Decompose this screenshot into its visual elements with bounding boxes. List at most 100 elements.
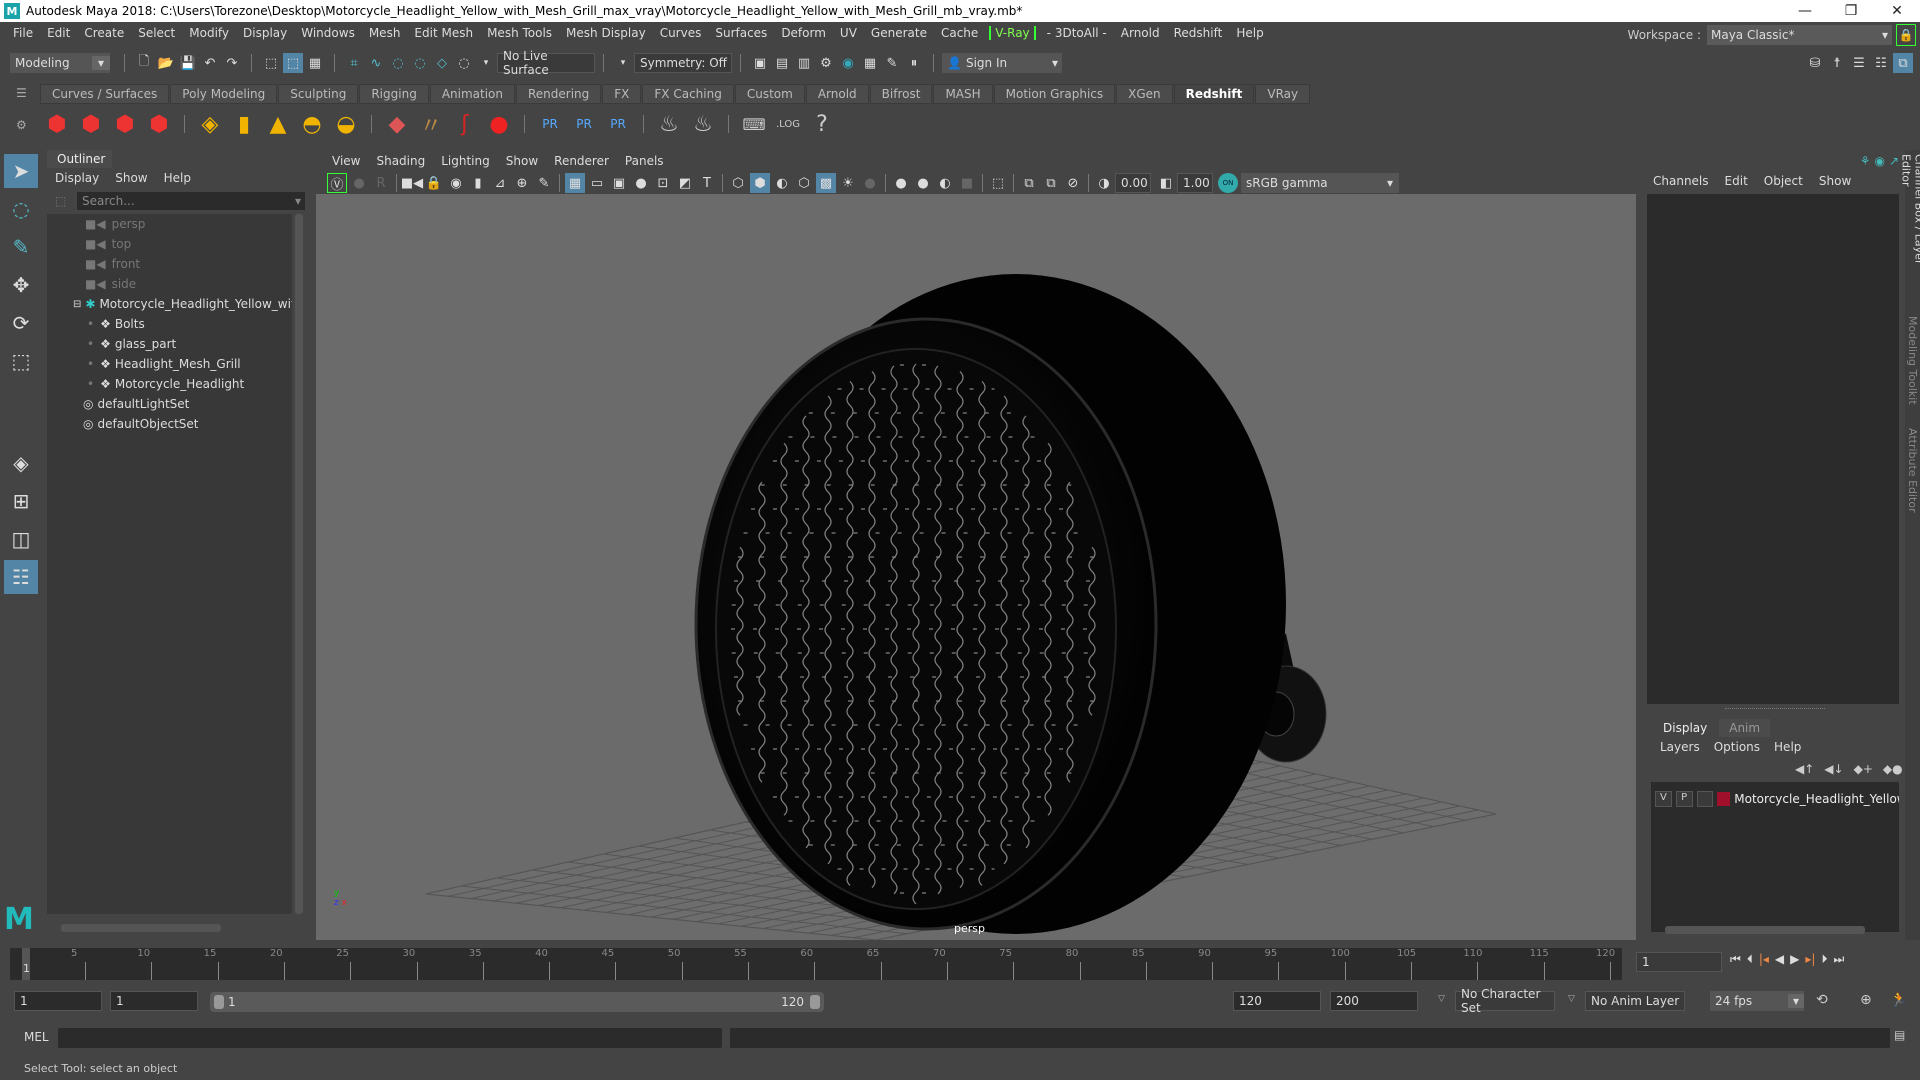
portal-light-icon[interactable]: ▮: [229, 108, 259, 140]
menu-select[interactable]: Select: [131, 26, 182, 40]
two-view-layout-icon[interactable]: ◫: [4, 522, 38, 556]
shelf-tab-animation[interactable]: Animation: [429, 84, 515, 104]
ipr-render-icon[interactable]: ▥: [794, 53, 814, 73]
menu-edit[interactable]: Edit: [40, 26, 77, 40]
menu-generate[interactable]: Generate: [864, 26, 934, 40]
attribute-editor-icon[interactable]: ☰: [1849, 53, 1869, 73]
channel-menu-object[interactable]: Object: [1756, 174, 1811, 190]
bookmarks-icon[interactable]: ▮: [468, 173, 488, 193]
channel-menu-edit[interactable]: Edit: [1717, 174, 1756, 190]
exposure-icon[interactable]: ◑: [1094, 173, 1114, 193]
viewport-menu-view[interactable]: View: [324, 154, 368, 168]
color-space-dropdown[interactable]: sRGB gamma ▾: [1241, 173, 1399, 193]
go-to-start-icon[interactable]: ⏮: [1730, 952, 1741, 967]
field-chart-icon[interactable]: ⊡: [653, 173, 673, 193]
menu-modify[interactable]: Modify: [182, 26, 236, 40]
step-back-key-icon[interactable]: |◂: [1759, 952, 1769, 967]
shadows-icon[interactable]: ●: [860, 173, 880, 193]
step-back-frame-icon[interactable]: ⏴: [1747, 952, 1753, 967]
safe-action-icon[interactable]: ◩: [675, 173, 695, 193]
viewport-menu-shading[interactable]: Shading: [368, 154, 433, 168]
shelf-tab-custom[interactable]: Custom: [734, 84, 805, 104]
post-fx-swap-icon[interactable]: PR: [603, 108, 633, 140]
bake-set-icon[interactable]: ♨: [688, 108, 718, 140]
sun-sky-icon[interactable]: ◒: [331, 108, 361, 140]
select-component-icon[interactable]: ▦: [305, 53, 325, 73]
filter-icon[interactable]: ⬚: [55, 194, 66, 208]
play-backwards-icon[interactable]: ◀: [1775, 952, 1784, 967]
list-item[interactable]: ■◀ front: [47, 254, 292, 274]
log-icon[interactable]: .LOG: [773, 108, 803, 140]
expand-icon[interactable]: ↗: [1889, 154, 1899, 168]
render-frame-icon[interactable]: ▤: [772, 53, 792, 73]
snap-point-icon[interactable]: ◌: [388, 53, 408, 73]
undo-icon[interactable]: ↶: [200, 53, 220, 73]
layer-menu-layers[interactable]: Layers: [1653, 740, 1707, 756]
vray-ipr-icon[interactable]: ●: [349, 173, 369, 193]
post-fx-icon[interactable]: PR: [535, 108, 565, 140]
menu-deform[interactable]: Deform: [774, 26, 833, 40]
shelf-tab-rigging[interactable]: Rigging: [359, 84, 429, 104]
menu-edit-mesh[interactable]: Edit Mesh: [407, 26, 480, 40]
modeling-toolkit-icon[interactable]: ⛁: [1805, 53, 1825, 73]
layer-horizontal-scrollbar[interactable]: [1665, 926, 1865, 934]
new-layer-selected-icon[interactable]: ◆●: [1883, 762, 1903, 776]
depth-of-field-icon[interactable]: ■: [957, 173, 977, 193]
mode-dropdown[interactable]: Modeling ▾: [10, 53, 110, 73]
redshift-ipr-icon[interactable]: ⬢: [110, 108, 140, 140]
xray-components-icon[interactable]: ⊘: [1063, 173, 1083, 193]
menu-create[interactable]: Create: [77, 26, 131, 40]
smooth-shade-icon[interactable]: ⬢: [750, 173, 770, 193]
list-item[interactable]: ■◀ persp: [47, 214, 292, 234]
safe-title-icon[interactable]: T: [697, 173, 717, 193]
live-surface-field[interactable]: No Live Surface: [497, 49, 595, 77]
tab-channel-box-layer-editor[interactable]: Channel Box / Layer Editor: [1900, 154, 1920, 294]
image-plane-icon[interactable]: ⊿: [490, 173, 510, 193]
current-frame-field[interactable]: 1: [1636, 952, 1722, 972]
rotate-tool-icon[interactable]: ⟳: [4, 306, 38, 340]
script-editor-icon[interactable]: ⌨: [739, 108, 769, 140]
render-setup-icon[interactable]: ▦: [860, 53, 880, 73]
playback-start-field[interactable]: 1: [110, 991, 198, 1011]
human-ik-icon[interactable]: ☨: [1827, 53, 1847, 73]
tab-anim[interactable]: Anim: [1719, 719, 1771, 737]
select-camera-icon[interactable]: ■◀: [401, 173, 423, 193]
menu-mesh-tools[interactable]: Mesh Tools: [480, 26, 559, 40]
outliner-menu-display[interactable]: Display: [47, 171, 107, 185]
new-scene-icon[interactable]: 🗋: [134, 53, 154, 73]
shader-ball-icon[interactable]: ●: [484, 108, 514, 140]
viewport-menu-show[interactable]: Show: [498, 154, 546, 168]
color-management-toggle[interactable]: ON: [1218, 173, 1238, 193]
channel-box-icon[interactable]: ⚘: [1860, 154, 1871, 168]
ies-light-icon[interactable]: ▲: [263, 108, 293, 140]
channel-menu-channels[interactable]: Channels: [1645, 174, 1717, 190]
tab-display[interactable]: Display: [1653, 719, 1718, 737]
visibility-toggle[interactable]: V: [1655, 791, 1672, 807]
anim-layer-dropdown[interactable]: No Anim Layer: [1585, 991, 1685, 1011]
chevron-down-icon[interactable]: ▾: [476, 53, 496, 73]
redo-icon[interactable]: ↷: [222, 53, 242, 73]
shelf-tab-poly-modeling[interactable]: Poly Modeling: [170, 84, 278, 104]
save-scene-icon[interactable]: 💾: [178, 53, 198, 73]
end-time-field[interactable]: 200: [1330, 991, 1418, 1011]
screen-space-ao-icon[interactable]: ●: [891, 173, 911, 193]
resolution-gate-icon[interactable]: ▣: [609, 173, 629, 193]
list-item[interactable]: ■◀ top: [47, 234, 292, 254]
material-icon[interactable]: ʃ: [450, 108, 480, 140]
fps-dropdown[interactable]: 24 fps ▾: [1710, 991, 1804, 1011]
layer-color-swatch[interactable]: [1717, 792, 1731, 806]
snap-view-plane-icon[interactable]: ◌: [410, 53, 430, 73]
sign-in-button[interactable]: 👤 Sign In ▾: [942, 53, 1062, 73]
shelf-tab-rendering[interactable]: Rendering: [516, 84, 602, 104]
shelf-tab-motion-graphics[interactable]: Motion Graphics: [993, 84, 1116, 104]
snap-grid-icon[interactable]: ⌗: [344, 53, 364, 73]
list-item[interactable]: • ❖ glass_part: [47, 334, 292, 354]
viewport-3d[interactable]: y z x persp: [316, 194, 1636, 940]
splitter-handle[interactable]: [1725, 708, 1825, 709]
pause-icon[interactable]: ⏸: [904, 53, 924, 73]
lasso-tool-icon[interactable]: ◌: [4, 192, 38, 226]
outliner-menu-show[interactable]: Show: [107, 171, 155, 185]
channel-menu-show[interactable]: Show: [1811, 174, 1859, 190]
shelf-tab-bifrost[interactable]: Bifrost: [869, 84, 933, 104]
move-layer-up-icon[interactable]: ◀↑: [1795, 762, 1814, 776]
